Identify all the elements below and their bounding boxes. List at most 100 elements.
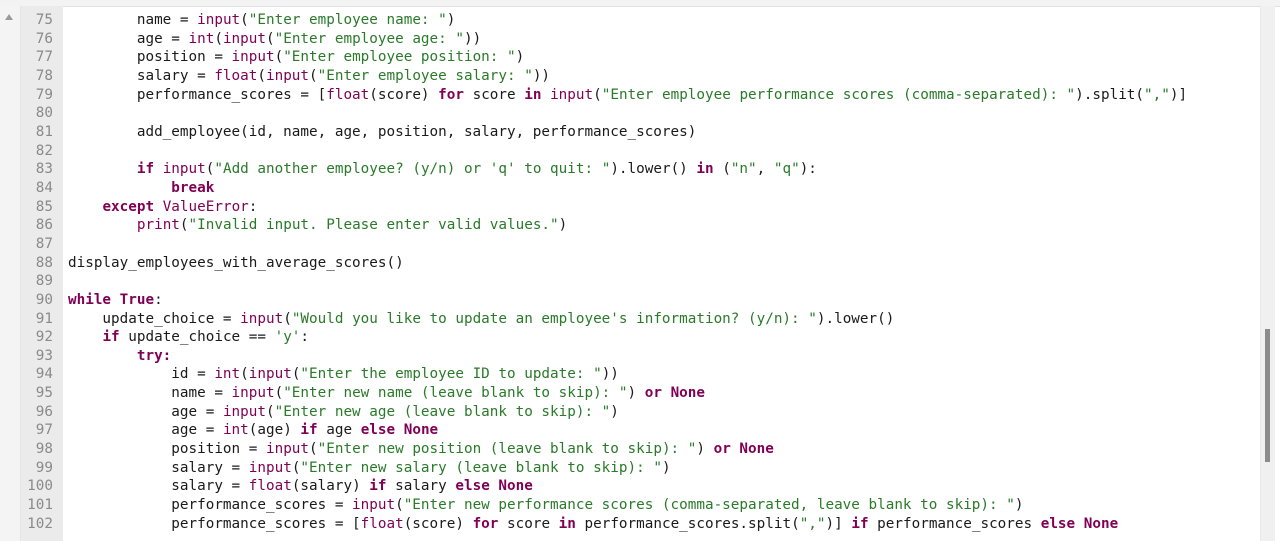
- keyword: None: [670, 385, 705, 402]
- line-number: 92: [35, 329, 53, 346]
- line-number: 78: [35, 67, 53, 84]
- code-line[interactable]: 100 salary = float(salary) if salary els…: [0, 477, 1250, 496]
- keyword: else: [360, 422, 396, 439]
- builtin: int: [214, 366, 241, 383]
- builtin: float: [248, 478, 292, 495]
- code-line[interactable]: 87: [0, 235, 1250, 254]
- line-number: 88: [35, 254, 53, 271]
- line-source[interactable]: salary = float(input("Enter employee sal…: [68, 67, 550, 86]
- line-source[interactable]: print("Invalid input. Please enter valid…: [68, 216, 567, 235]
- code-line[interactable]: 86 print("Invalid input. Please enter va…: [0, 216, 1250, 235]
- builtin: input: [550, 86, 594, 103]
- line-number: 87: [35, 235, 53, 252]
- code-line[interactable]: 94 id = int(input("Enter the employee ID…: [0, 365, 1250, 384]
- code-line[interactable]: 84 break: [0, 179, 1250, 198]
- code-line[interactable]: 79 performance_scores = [float(score) fo…: [0, 86, 1250, 105]
- line-number: 102: [27, 515, 53, 532]
- builtin: print: [136, 217, 180, 234]
- string-literal: "Enter employee age: ": [274, 30, 464, 47]
- line-source[interactable]: salary = input("Enter new salary (leave …: [68, 459, 670, 478]
- builtin: float: [360, 515, 404, 532]
- code-line[interactable]: 101 performance_scores = input("Enter ne…: [0, 496, 1250, 515]
- line-source[interactable]: age = int(input("Enter employee age: ")): [68, 30, 481, 49]
- builtin: input: [240, 310, 284, 327]
- line-number: 97: [35, 422, 53, 439]
- builtin: input: [248, 366, 292, 383]
- string-literal: "Enter the employee ID to update: ": [300, 366, 602, 383]
- code-line[interactable]: 89: [0, 272, 1250, 291]
- code-line[interactable]: 81 add_employee(id, name, age, position,…: [0, 123, 1250, 142]
- builtin: float: [214, 67, 258, 84]
- code-line[interactable]: 82: [0, 142, 1250, 161]
- code-line[interactable]: 91 update_choice = input("Would you like…: [0, 310, 1250, 329]
- string-literal: "Enter new performance scores (comma-sep…: [403, 497, 1015, 514]
- line-source[interactable]: display_employees_with_average_scores(): [68, 254, 404, 273]
- line-source[interactable]: try:: [68, 347, 171, 366]
- line-source[interactable]: while True:: [68, 291, 163, 310]
- scrollbar-thumb[interactable]: [1265, 329, 1270, 462]
- line-source[interactable]: name = input("Enter employee name: "): [68, 11, 456, 30]
- keyword: None: [1083, 515, 1119, 532]
- line-source[interactable]: id = int(input("Enter the employee ID to…: [68, 365, 619, 384]
- code-line[interactable]: 76 age = int(input("Enter employee age: …: [0, 30, 1250, 49]
- code-line[interactable]: 85 except ValueError:: [0, 198, 1250, 217]
- line-source[interactable]: add_employee(id, name, age, position, sa…: [68, 123, 697, 142]
- keyword: if: [369, 478, 387, 495]
- line-source[interactable]: age = int(age) if age else None: [68, 421, 438, 440]
- keyword: for: [472, 515, 499, 532]
- line-source[interactable]: position = input("Enter new position (le…: [68, 440, 774, 459]
- line-number: 75: [35, 12, 53, 28]
- line-source[interactable]: name = input("Enter new name (leave blan…: [68, 384, 705, 403]
- file-tab-strip[interactable]: [0, 0, 1280, 7]
- line-number: 77: [35, 49, 53, 66]
- builtin: input: [231, 385, 275, 402]
- line-source[interactable]: performance_scores = [float(score) for s…: [68, 515, 1118, 534]
- code-line[interactable]: 78 salary = float(input("Enter employee …: [0, 67, 1250, 86]
- builtin: int: [188, 30, 215, 47]
- keyword: True: [119, 291, 155, 308]
- builtin: input: [352, 497, 396, 514]
- line-source[interactable]: break: [68, 179, 214, 198]
- line-number: 95: [35, 385, 53, 402]
- line-number: 101: [27, 497, 53, 514]
- line-number: 85: [35, 198, 53, 215]
- vertical-scrollbar[interactable]: [1260, 6, 1275, 541]
- line-source[interactable]: except ValueError:: [68, 198, 257, 217]
- line-source[interactable]: performance_scores = input("Enter new pe…: [68, 496, 1023, 515]
- code-line[interactable]: 96 age = input("Enter new age (leave bla…: [0, 403, 1250, 422]
- keyword: except: [102, 198, 155, 215]
- code-line[interactable]: 77 position = input("Enter employee posi…: [0, 48, 1250, 67]
- keyword: None: [498, 478, 533, 495]
- line-source[interactable]: salary = float(salary) if salary else No…: [68, 477, 533, 496]
- string-literal: "Enter employee position: ": [283, 49, 516, 66]
- line-source[interactable]: position = input("Enter employee positio…: [68, 48, 524, 67]
- keyword: None: [403, 422, 439, 439]
- line-source[interactable]: age = input("Enter new age (leave blank …: [68, 403, 619, 422]
- code-line[interactable]: 83 if input("Add another employee? (y/n)…: [0, 160, 1250, 179]
- builtin: ValueError: [162, 198, 249, 215]
- code-line[interactable]: 99 salary = input("Enter new salary (lea…: [0, 459, 1250, 478]
- code-line[interactable]: 95 name = input("Enter new name (leave b…: [0, 384, 1250, 403]
- code-line[interactable]: 75 name = input("Enter employee name: "): [0, 11, 1250, 30]
- line-number: 79: [35, 86, 53, 103]
- code-line[interactable]: 80: [0, 104, 1250, 123]
- keyword: while: [68, 291, 112, 308]
- code-line[interactable]: 102 performance_scores = [float(score) f…: [0, 515, 1250, 534]
- string-literal: ",": [799, 515, 826, 532]
- code-line[interactable]: 92 if update_choice == 'y':: [0, 328, 1250, 347]
- code-line[interactable]: 97 age = int(age) if age else None: [0, 421, 1250, 440]
- keyword: in: [524, 86, 542, 103]
- code-line[interactable]: 90 while True:: [0, 291, 1250, 310]
- line-source[interactable]: if input("Add another employee? (y/n) or…: [68, 160, 817, 179]
- builtin: input: [162, 161, 206, 178]
- line-number: 76: [35, 30, 53, 47]
- line-source[interactable]: performance_scores = [float(score) for s…: [68, 86, 1187, 105]
- code-line[interactable]: 88 display_employees_with_average_scores(…: [0, 254, 1250, 273]
- code-line[interactable]: 93 try:: [0, 347, 1250, 366]
- line-source[interactable]: update_choice = input("Would you like to…: [68, 310, 894, 329]
- string-literal: "Add another employee? (y/n) or 'q' to q…: [214, 161, 611, 178]
- line-source[interactable]: if update_choice == 'y':: [68, 328, 309, 347]
- code-line[interactable]: 98 position = input("Enter new position …: [0, 440, 1250, 459]
- code-editor[interactable]: 75 name = input("Enter employee name: ")…: [0, 11, 1250, 533]
- keyword: else: [455, 478, 490, 495]
